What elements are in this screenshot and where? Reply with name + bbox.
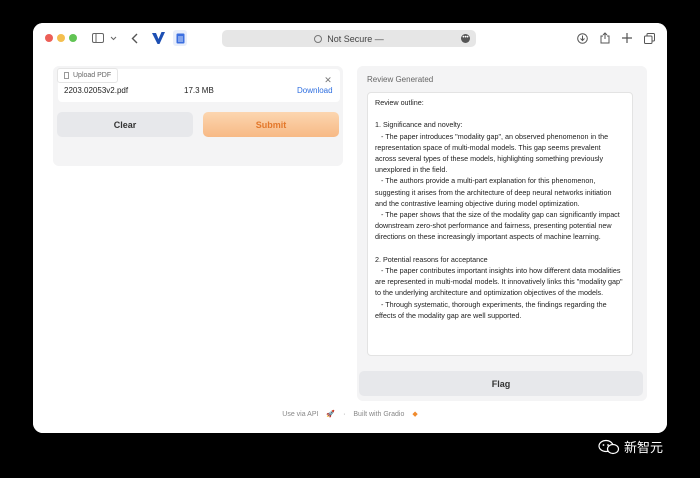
back-icon[interactable] <box>129 31 139 45</box>
file-name: 2203.02053v2.pdf <box>64 86 129 95</box>
tabs-icon[interactable] <box>643 31 655 45</box>
zoom-window-button[interactable] <box>69 34 77 42</box>
built-with-gradio-link[interactable]: Built with Gradio <box>353 411 404 418</box>
globe-icon <box>314 34 323 43</box>
footer-separator: · <box>343 411 346 418</box>
footer: Use via API 🚀 · Built with Gradio ◆ <box>33 410 667 418</box>
address-text: Not Secure — <box>327 33 384 44</box>
review-textarea[interactable]: Review outline: 1. Significance and nove… <box>367 92 633 356</box>
watermark: 新智元 <box>598 437 663 456</box>
document-icon[interactable] <box>173 30 187 46</box>
download-link[interactable]: Download <box>297 86 333 95</box>
download-icon[interactable] <box>576 31 588 45</box>
use-via-api-link[interactable]: Use via API <box>282 411 318 418</box>
upload-tag-label: Upload PDF <box>73 72 112 79</box>
more-options-icon[interactable]: ••• <box>461 34 470 43</box>
sidebar-icon[interactable] <box>91 31 105 45</box>
remove-file-icon[interactable]: ✕ <box>323 75 333 85</box>
address-bar[interactable]: Not Secure — ••• <box>222 30 476 47</box>
review-label: Review Generated <box>367 75 434 84</box>
watermark-text: 新智元 <box>624 440 664 455</box>
rocket-icon: 🚀 <box>326 411 336 418</box>
clear-button[interactable]: Clear <box>57 112 193 137</box>
submit-button[interactable]: Submit <box>203 112 339 137</box>
gradio-logo-icon: ◆ <box>412 411 418 418</box>
chevron-down-icon[interactable] <box>109 31 117 45</box>
wechat-logo-icon <box>598 439 620 454</box>
minimize-window-button[interactable] <box>57 34 65 42</box>
page-content: Upload PDF ✕ 2203.02053v2.pdf 17.3 MB Do… <box>33 53 667 433</box>
close-window-button[interactable] <box>45 34 53 42</box>
v-logo-icon[interactable] <box>152 31 165 45</box>
file-size: 17.3 MB <box>184 86 214 95</box>
file-icon <box>64 72 69 79</box>
plus-icon[interactable] <box>621 31 633 45</box>
upload-pdf-tag: Upload PDF <box>57 68 119 83</box>
title-bar: Not Secure — ••• <box>33 23 667 53</box>
flag-button[interactable]: Flag <box>359 371 643 396</box>
review-text: Review outline: 1. Significance and nove… <box>375 98 623 320</box>
share-icon[interactable] <box>599 31 611 45</box>
browser-window: Not Secure — ••• Upload PDF ✕ 2203.02053… <box>33 23 667 433</box>
